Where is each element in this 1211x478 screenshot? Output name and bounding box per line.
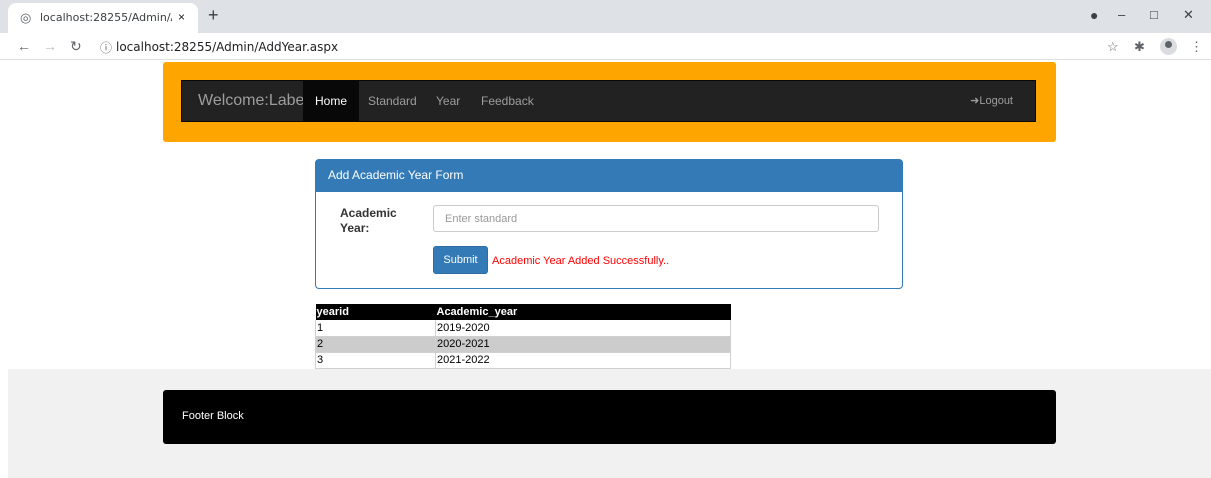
extensions-icon[interactable]: ✱ — [1134, 39, 1145, 55]
forward-icon[interactable]: → — [43, 38, 57, 54]
profile-avatar[interactable] — [1160, 38, 1177, 55]
table-cell: 1 — [315, 320, 436, 337]
logout-label: Logout — [979, 95, 1013, 107]
navbar: Welcome:Label Home Standard Year Feedbac… — [181, 80, 1036, 122]
close-window-button[interactable]: ✕ — [1183, 7, 1194, 23]
nav-year[interactable]: Year — [436, 81, 460, 121]
chrome-extension-icon[interactable]: ● — [1090, 7, 1098, 23]
header-block: Welcome:Label Home Standard Year Feedbac… — [163, 62, 1056, 142]
column-header: yearid — [315, 304, 436, 320]
menu-kebab-icon[interactable]: ⋮ — [1190, 39, 1203, 55]
nav-standard[interactable]: Standard — [368, 81, 417, 121]
tab-close-icon[interactable]: × — [178, 10, 185, 24]
brand-label[interactable]: Welcome:Label — [198, 92, 308, 110]
browser-tab-bar: ◎ localhost:28255/Admin/AddYear. × + ● –… — [0, 0, 1211, 33]
footer-text: Footer Block — [182, 410, 244, 422]
globe-icon: ◎ — [20, 10, 32, 25]
nav-feedback[interactable]: Feedback — [481, 81, 534, 121]
table-row: 1 2019-2020 — [315, 320, 731, 337]
omnibox[interactable]: ⓘ localhost:28255/Admin/AddYear.aspx — [96, 36, 1096, 57]
panel-title: Add Academic Year Form — [316, 160, 902, 192]
years-table: yearid Academic_year 1 2019-2020 2 2020-… — [315, 304, 731, 369]
table-cell: 2 — [315, 336, 436, 353]
url-text: localhost:28255/Admin/AddYear.aspx — [116, 40, 339, 54]
table-cell: 2020-2021 — [435, 336, 731, 353]
academic-year-input[interactable] — [433, 205, 879, 232]
bookmark-star-icon[interactable]: ☆ — [1107, 39, 1119, 55]
address-bar-row: ← → ↻ ⓘ localhost:28255/Admin/AddYear.as… — [0, 33, 1211, 60]
footer-block: Footer Block — [163, 390, 1056, 444]
browser-tab[interactable]: ◎ localhost:28255/Admin/AddYear. × — [8, 3, 198, 33]
success-message: Academic Year Added Successfully.. — [492, 255, 670, 267]
submit-button[interactable]: Submit — [433, 246, 488, 274]
reload-icon[interactable]: ↻ — [70, 38, 82, 55]
academic-year-label: Academic Year: — [340, 206, 397, 235]
minimize-button[interactable]: – — [1118, 7, 1125, 22]
table-row: 3 2021-2022 — [315, 352, 731, 369]
table-cell: 3 — [315, 352, 436, 369]
table-cell: 2021-2022 — [435, 352, 731, 369]
logout-link[interactable]: ➜Logout — [970, 81, 1013, 121]
nav-home[interactable]: Home — [303, 81, 360, 121]
maximize-button[interactable]: □ — [1150, 7, 1158, 22]
back-icon[interactable]: ← — [17, 38, 31, 54]
table-row: 2 2020-2021 — [315, 336, 731, 353]
info-icon[interactable]: ⓘ — [100, 39, 112, 56]
column-header: Academic_year — [435, 304, 731, 320]
table-cell: 2019-2020 — [435, 320, 731, 337]
new-tab-button[interactable]: + — [208, 5, 219, 26]
tab-title: localhost:28255/Admin/AddYear. — [40, 11, 172, 24]
log-in-icon: ➜ — [970, 95, 980, 107]
table-header-row: yearid Academic_year — [315, 304, 731, 320]
add-year-panel: Add Academic Year Form Academic Year: Su… — [315, 159, 903, 289]
footer-area: Footer Block — [8, 369, 1211, 478]
